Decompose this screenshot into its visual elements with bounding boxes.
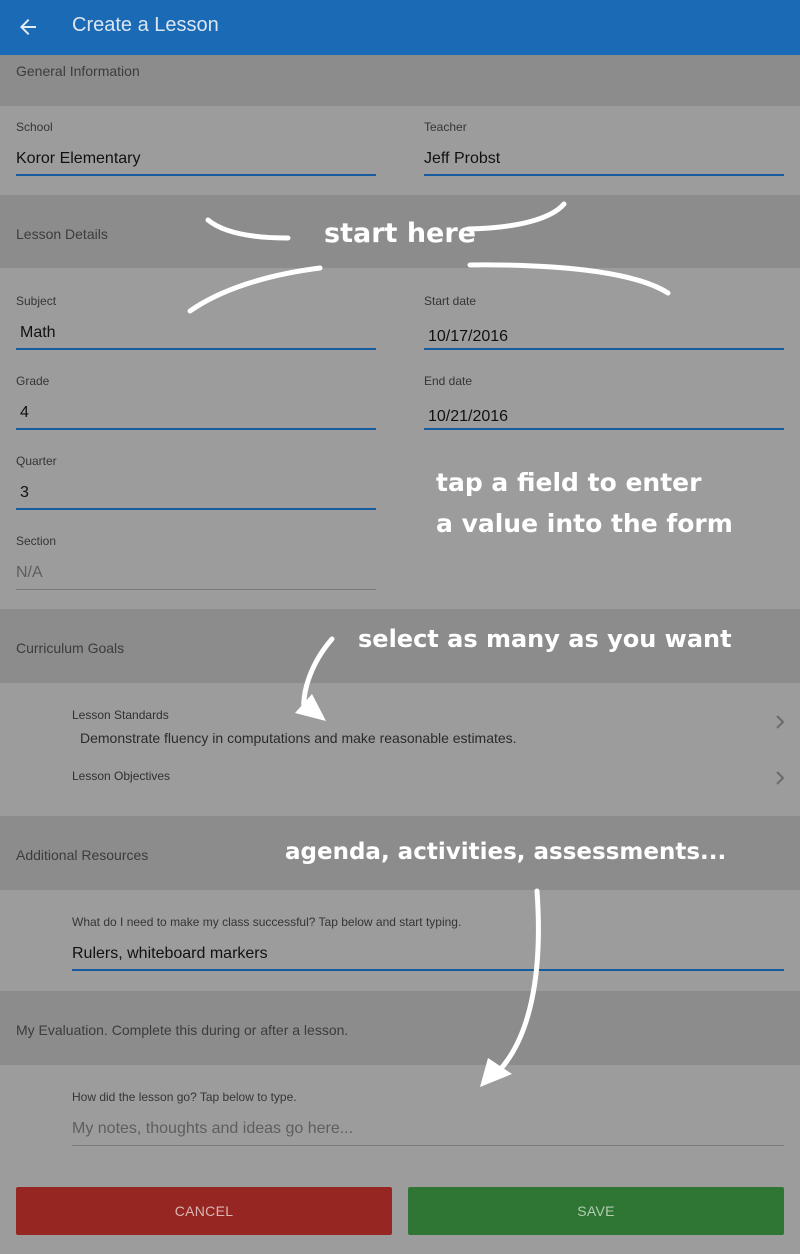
chevron-right-icon[interactable] (774, 714, 786, 730)
subject-label: Subject (16, 294, 57, 308)
back-arrow-icon[interactable] (16, 15, 40, 39)
subject-field[interactable]: Math (20, 324, 56, 342)
annotation-agenda: agenda, activities, assessments... (285, 839, 727, 865)
end-date-label: End date (424, 374, 473, 388)
resources-label: What do I need to make my class successf… (72, 915, 462, 929)
school-label: School (16, 120, 53, 134)
quarter-underline (16, 508, 376, 510)
lesson-standards-label[interactable]: Lesson Standards (72, 708, 169, 722)
section-header-general: General Information (0, 55, 800, 106)
cancel-button[interactable]: CANCEL (16, 1187, 392, 1235)
annotation-tap-line1: tap a field to enter (436, 468, 702, 497)
annotation-start-here: start here (324, 218, 476, 249)
start-date-label: Start date (424, 294, 477, 308)
section-field[interactable]: N/A (16, 564, 43, 582)
teacher-underline (424, 174, 784, 176)
end-date-underline (424, 428, 784, 430)
app-bar: Create a Lesson (0, 0, 800, 55)
resources-field[interactable]: Rulers, whiteboard markers (72, 945, 268, 963)
section-label: Section (16, 534, 57, 548)
annotation-arrowhead-1 (295, 694, 326, 721)
school-field[interactable]: Koror Elementary (16, 150, 141, 168)
section-header-evaluation: My Evaluation. Complete this during or a… (0, 991, 800, 1065)
end-date-field[interactable]: 10/21/2016 (428, 408, 508, 426)
school-underline (16, 174, 376, 176)
chevron-right-icon[interactable] (774, 770, 786, 786)
section-title-curriculum: Curriculum Goals (16, 640, 125, 656)
section-title-resources: Additional Resources (16, 847, 149, 863)
lesson-objectives-label[interactable]: Lesson Objectives (72, 769, 170, 783)
teacher-field[interactable]: Jeff Probst (424, 150, 500, 168)
page-title: Create a Lesson (72, 14, 219, 36)
grade-underline (16, 428, 376, 430)
start-date-field[interactable]: 10/17/2016 (428, 328, 508, 346)
section-underline (16, 589, 376, 590)
save-button[interactable]: SAVE (408, 1187, 784, 1235)
evaluation-underline (72, 1145, 784, 1146)
grade-label: Grade (16, 374, 50, 388)
grade-field[interactable]: 4 (20, 404, 29, 422)
evaluation-label: How did the lesson go? Tap below to type… (72, 1090, 297, 1104)
start-date-underline (424, 348, 784, 350)
teacher-label: Teacher (424, 120, 467, 134)
annotation-stroke-3 (187, 265, 323, 314)
annotation-stroke-4 (467, 262, 671, 296)
section-title-general: General Information (16, 63, 140, 79)
resources-underline (72, 969, 784, 971)
quarter-field[interactable]: 3 (20, 484, 29, 502)
section-title-evaluation: My Evaluation. Complete this during or a… (16, 1022, 349, 1038)
quarter-label: Quarter (16, 454, 57, 468)
annotation-tap-line2: a value into the form (436, 509, 733, 538)
evaluation-field[interactable]: My notes, thoughts and ideas go here... (72, 1120, 353, 1138)
annotation-select: select as many as you want (358, 625, 732, 653)
subject-underline (16, 348, 376, 350)
lesson-standards-value[interactable]: Demonstrate fluency in computations and … (80, 730, 517, 746)
section-title-details: Lesson Details (16, 226, 108, 242)
